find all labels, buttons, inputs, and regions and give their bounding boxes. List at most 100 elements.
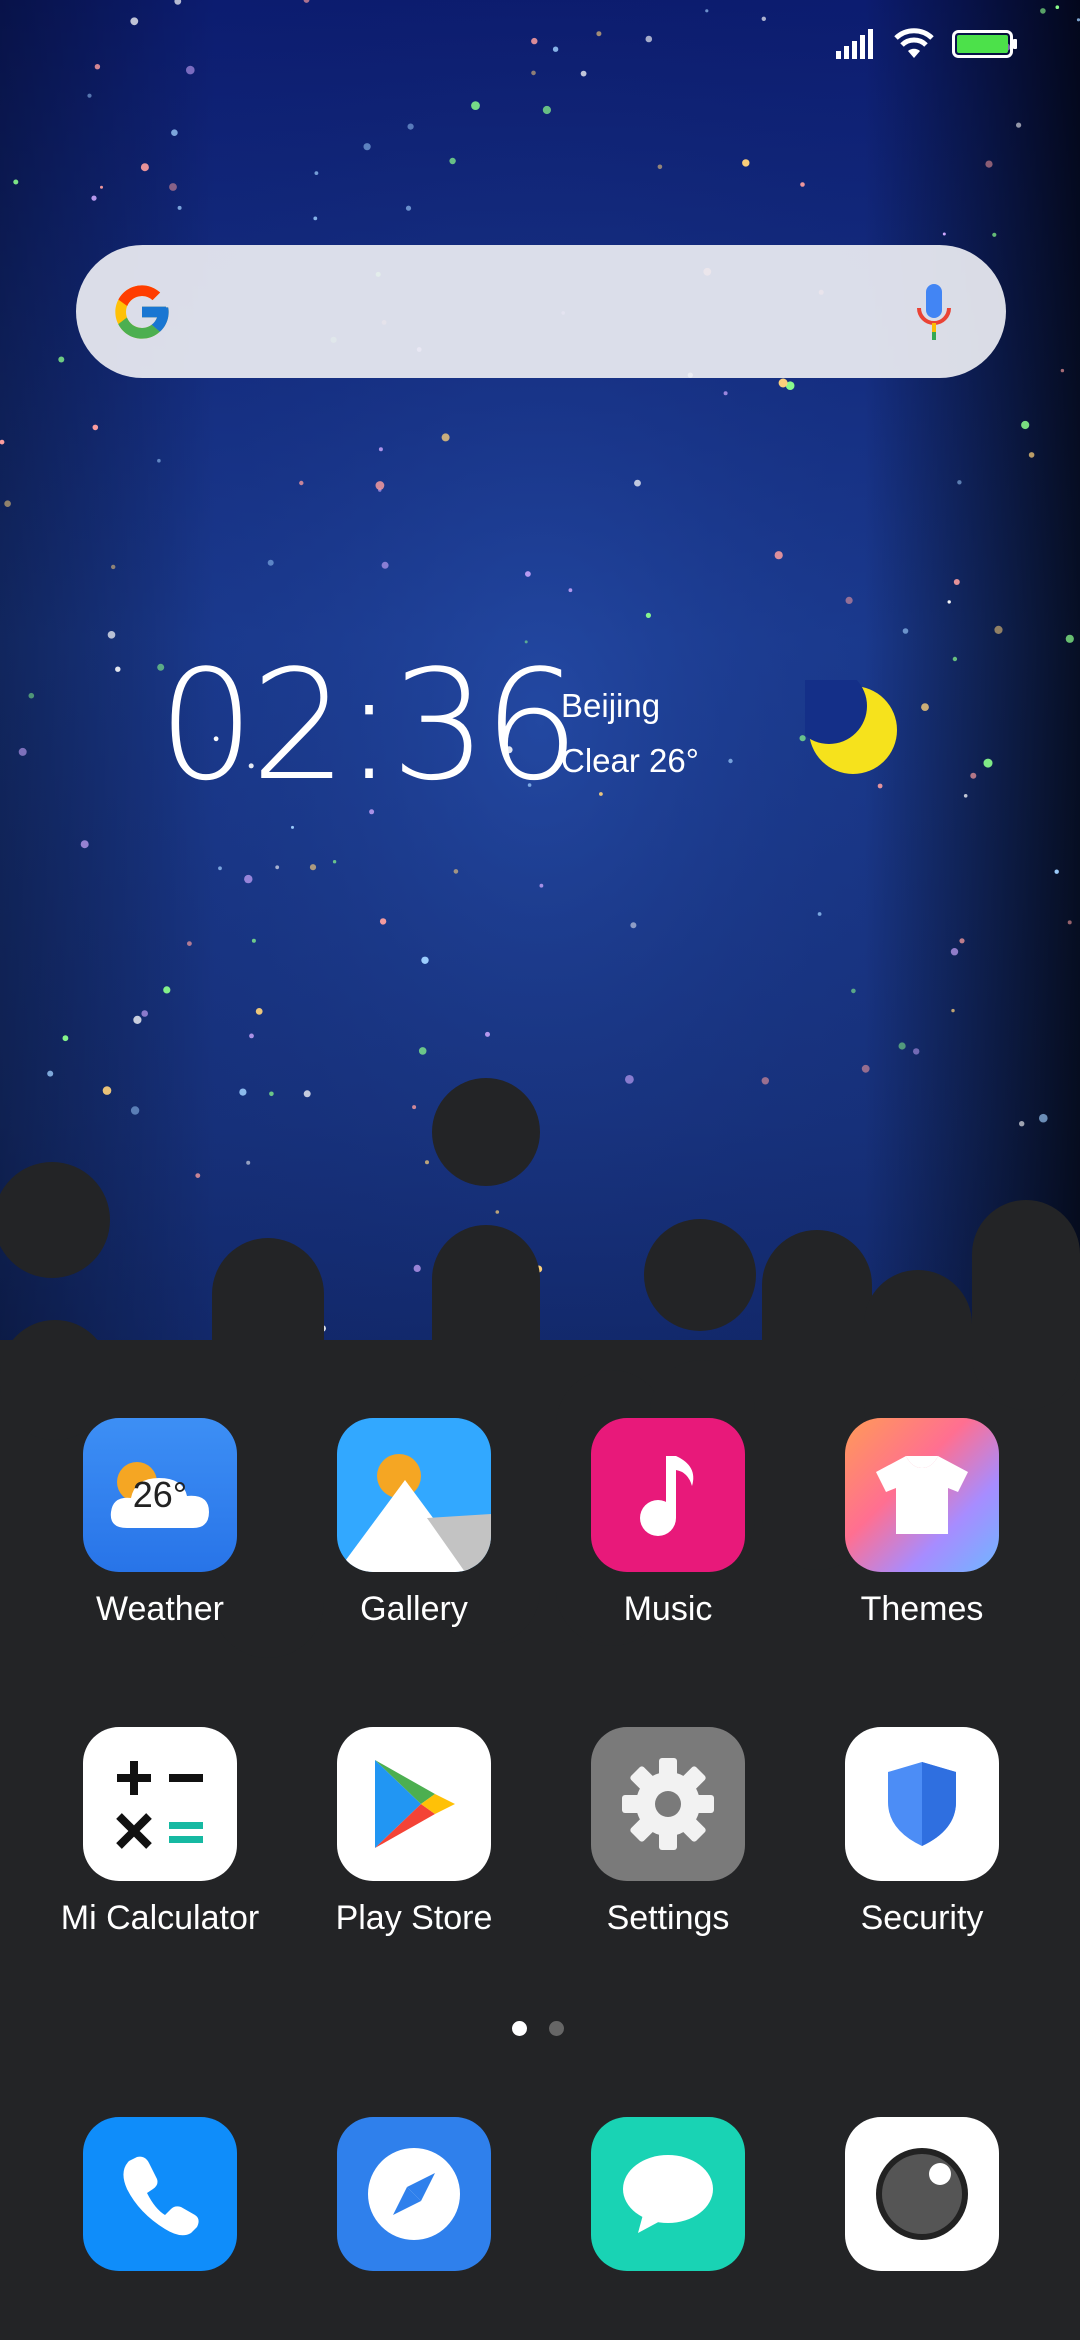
star <box>363 143 371 151</box>
star <box>18 747 27 756</box>
star <box>187 941 192 946</box>
google-search-bar[interactable] <box>76 244 1006 379</box>
dock-messaging[interactable] <box>548 2117 788 2271</box>
star <box>531 70 536 76</box>
star <box>1039 1113 1048 1123</box>
dock-browser[interactable] <box>294 2117 534 2271</box>
weather-condition: Clear 26° <box>561 742 699 779</box>
app-settings[interactable]: Settings <box>548 1727 788 1938</box>
star <box>91 195 97 201</box>
star <box>378 447 383 452</box>
star <box>102 1086 112 1095</box>
star <box>728 758 733 764</box>
page-dot-active[interactable] <box>512 2021 527 2036</box>
app-label: Gallery <box>360 1590 468 1628</box>
star <box>13 179 19 185</box>
star <box>169 183 177 191</box>
app-gallery[interactable]: Gallery <box>294 1418 534 1629</box>
page-dot[interactable] <box>549 2021 564 2036</box>
star <box>817 912 822 916</box>
weather-icon: 26° <box>83 1418 237 1572</box>
star <box>407 123 414 130</box>
star <box>992 232 997 237</box>
star <box>902 628 909 634</box>
star <box>953 579 960 585</box>
search-input[interactable] <box>174 244 914 379</box>
app-label: Weather <box>96 1590 224 1628</box>
star <box>269 1091 274 1097</box>
weather-widget-text[interactable]: Beijing Clear 26° <box>561 678 699 788</box>
gallery-icon <box>337 1418 491 1572</box>
star <box>552 46 559 52</box>
star <box>485 1031 490 1037</box>
star <box>970 772 977 779</box>
star <box>291 825 294 829</box>
app-play-store[interactable]: Play Store <box>294 1727 534 1938</box>
moon-icon <box>805 680 897 774</box>
star <box>1065 634 1074 643</box>
star <box>58 356 65 363</box>
app-mi-calculator[interactable]: Mi Calculator <box>40 1727 280 1938</box>
star <box>877 783 883 789</box>
star <box>332 860 337 864</box>
app-weather[interactable]: 26° Weather <box>40 1418 280 1629</box>
star <box>381 561 389 569</box>
star <box>1028 452 1035 458</box>
app-security[interactable]: Security <box>802 1727 1042 1938</box>
app-label: Themes <box>860 1590 984 1628</box>
star <box>1054 869 1059 874</box>
star <box>1067 920 1072 925</box>
settings-icon <box>591 1727 745 1881</box>
weather-temp-badge: 26° <box>132 1474 188 1515</box>
star <box>107 631 116 639</box>
star <box>705 9 709 13</box>
star <box>625 1075 634 1084</box>
star <box>100 185 103 189</box>
app-themes[interactable]: Themes <box>802 1418 1042 1629</box>
star <box>92 424 99 431</box>
calculator-icon <box>83 1727 237 1881</box>
star <box>983 758 993 768</box>
star <box>495 1210 500 1214</box>
star <box>255 1008 263 1015</box>
music-icon <box>591 1418 745 1572</box>
star <box>947 600 951 604</box>
dock-camera[interactable] <box>802 2117 1042 2271</box>
clock-time[interactable]: 02:36 <box>158 650 580 802</box>
star <box>599 792 603 796</box>
star <box>246 1160 251 1165</box>
star <box>1021 420 1030 430</box>
star <box>921 703 929 711</box>
dock-phone[interactable] <box>40 2117 280 2271</box>
star <box>774 551 783 560</box>
app-label: Mi Calculator <box>60 1899 260 1937</box>
star <box>657 164 663 170</box>
star <box>952 656 958 662</box>
app-label: Security <box>860 1899 984 1937</box>
app-label: Settings <box>606 1899 730 1937</box>
star <box>950 948 959 956</box>
browser-icon <box>337 2117 491 2271</box>
star <box>413 1264 421 1272</box>
star <box>275 865 280 870</box>
star <box>133 1015 142 1024</box>
play-store-icon <box>337 1727 491 1881</box>
mic-icon[interactable] <box>914 282 954 342</box>
star <box>596 31 602 37</box>
star <box>267 559 274 566</box>
star <box>249 1033 254 1039</box>
star <box>418 1047 427 1055</box>
star <box>195 1173 201 1178</box>
star <box>985 160 993 168</box>
star <box>239 1088 247 1096</box>
page-indicator[interactable] <box>512 2021 564 2036</box>
star <box>845 596 853 605</box>
star <box>130 17 139 26</box>
star <box>723 391 728 396</box>
star <box>299 480 304 486</box>
app-music[interactable]: Music <box>548 1418 788 1629</box>
star <box>4 500 11 508</box>
app-label: Music <box>623 1590 713 1628</box>
star <box>778 378 788 388</box>
phone-icon <box>83 2117 237 2271</box>
